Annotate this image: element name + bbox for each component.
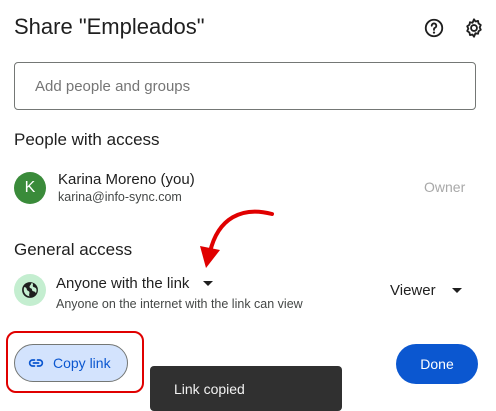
globe-icon bbox=[14, 274, 46, 306]
owner-role-label: Owner bbox=[424, 179, 466, 195]
gear-icon[interactable] bbox=[460, 14, 488, 42]
annotation-arrow bbox=[200, 209, 274, 268]
people-with-access-heading: People with access bbox=[14, 130, 160, 149]
person-name: Karina Moreno (you) bbox=[58, 171, 195, 188]
chevron-down-icon bbox=[451, 288, 462, 293]
chevron-down-icon bbox=[203, 280, 214, 286]
role-select[interactable]: Viewer bbox=[390, 282, 462, 299]
add-people-input[interactable] bbox=[14, 62, 476, 110]
dialog-title: Share "Empleados" bbox=[14, 14, 205, 39]
avatar: K bbox=[14, 172, 46, 204]
role-label: Viewer bbox=[390, 282, 436, 299]
help-icon[interactable] bbox=[420, 14, 448, 42]
copy-link-button[interactable]: Copy link bbox=[14, 344, 128, 382]
general-access-label: Anyone with the link bbox=[56, 274, 190, 292]
link-icon bbox=[27, 354, 45, 372]
toast-notification: Link copied bbox=[150, 366, 342, 411]
toast-message: Link copied bbox=[174, 381, 245, 397]
general-access-description: Anyone on the internet with the link can… bbox=[56, 297, 303, 311]
general-access-heading: General access bbox=[14, 240, 133, 259]
general-access-select[interactable]: Anyone with the link bbox=[56, 273, 214, 293]
done-button[interactable]: Done bbox=[396, 344, 478, 384]
person-email: karina@info-sync.com bbox=[58, 190, 182, 204]
copy-link-label: Copy link bbox=[53, 355, 111, 371]
